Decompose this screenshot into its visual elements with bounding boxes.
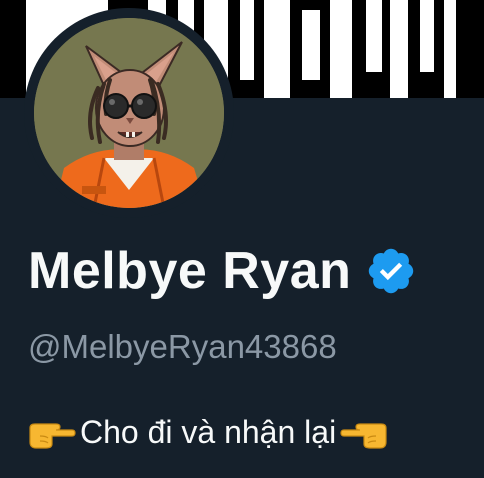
hand-pointing-right-icon (29, 423, 76, 449)
display-name: Melbye Ryan (28, 242, 352, 300)
banner-graphic (0, 0, 26, 98)
display-name-row: Melbye Ryan (28, 245, 417, 297)
banner-graphic (456, 0, 484, 98)
verified-badge-icon[interactable] (365, 245, 417, 297)
bio-text: Cho đi và nhận lại (80, 414, 337, 450)
profile-bio: Cho đi và nhận lại (26, 414, 390, 450)
banner-graphic (302, 10, 320, 80)
banner-graphic (240, 0, 254, 80)
banner-graphic (366, 0, 382, 72)
hand-pointing-left-icon (340, 423, 387, 449)
banner-graphic (420, 0, 434, 72)
avatar[interactable] (34, 18, 224, 208)
profile-handle: @MelbyeRyan43868 (28, 328, 337, 365)
cat-with-sunglasses-avatar-icon (34, 18, 224, 208)
